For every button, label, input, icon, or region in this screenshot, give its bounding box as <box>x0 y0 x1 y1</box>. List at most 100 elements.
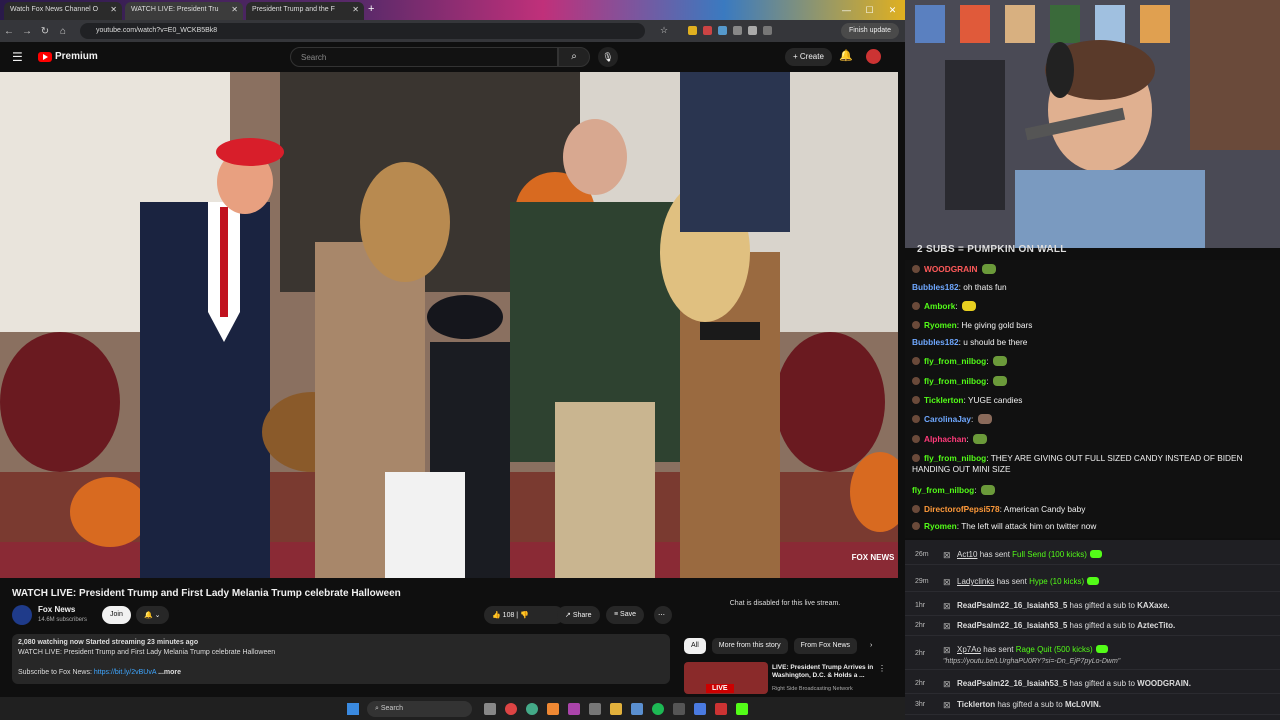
event-action: has sent <box>979 550 1013 559</box>
kick-events-feed: 26m ⊠ Act10 has sent Full Send (100 kicks)… <box>905 540 1280 720</box>
close-icon[interactable]: ✕ <box>231 5 238 14</box>
event-time: 26m <box>915 551 929 558</box>
chat-username[interactable]: Bubbles182 <box>912 282 959 292</box>
taskbar-app-icon[interactable] <box>736 702 748 715</box>
badge-icon <box>912 505 920 513</box>
notifications-bell-icon[interactable]: 🔔 <box>839 49 853 62</box>
save-button[interactable]: ≡ Save <box>606 606 644 624</box>
subscribe-bell-button[interactable]: 🔔 ⌄ <box>136 606 169 624</box>
search-icon[interactable]: ⌕ <box>558 47 590 67</box>
maximize-icon[interactable]: ☐ <box>858 0 881 20</box>
channel-name[interactable]: Fox News <box>38 605 75 614</box>
emote-icon <box>961 301 976 311</box>
finish-update-button[interactable]: Finish update <box>840 23 899 39</box>
chip-more-from-story[interactable]: More from this story <box>711 638 788 654</box>
share-button[interactable]: ↗ Share <box>557 606 600 624</box>
close-icon[interactable]: ✕ <box>352 5 359 14</box>
event-user[interactable]: Ladyclinks <box>957 577 994 586</box>
stream-chat: WOODGRAIN Bubbles182: oh thats fun Ambor… <box>905 260 1280 538</box>
event-row: 26m ⊠ Act10 has sent Full Send (100 kicks) <box>905 545 1280 565</box>
taskbar-app-icon[interactable] <box>631 702 643 715</box>
search-input[interactable]: Search <box>290 47 558 67</box>
youtube-logo[interactable]: Premium <box>38 51 98 62</box>
create-button[interactable]: + Create <box>785 48 832 66</box>
channel-avatar[interactable] <box>12 605 32 625</box>
taskbar-app-icon[interactable] <box>568 702 580 715</box>
microphone-icon[interactable]: 🎙 <box>598 47 618 67</box>
chat-username[interactable]: fly_from_nilbog <box>912 485 974 495</box>
tab-title: President Trump and the F <box>252 6 335 13</box>
taskbar-app-icon[interactable] <box>589 702 601 715</box>
bookmark-star-icon[interactable]: ☆ <box>660 25 668 36</box>
webcam-feed <box>905 0 1280 248</box>
chat-text: American Candy baby <box>1003 504 1086 514</box>
chat-username[interactable]: fly_from_nilbog <box>924 356 986 366</box>
like-button[interactable]: 👍 108 | 👎 <box>484 606 564 624</box>
chat-username[interactable]: Ambork <box>924 301 955 311</box>
event-user[interactable]: ReadPsalm22_16_Isaiah53_5 <box>957 601 1067 610</box>
chat-username[interactable]: fly_from_nilbog <box>924 453 986 463</box>
badge-icon <box>912 357 920 365</box>
subscribe-link[interactable]: https://bit.ly/2vBUvA <box>94 669 156 676</box>
minimize-icon[interactable]: — <box>835 0 858 20</box>
chat-username[interactable]: Ryomen <box>924 521 957 531</box>
chat-username[interactable]: fly_from_nilbog <box>924 376 986 386</box>
taskbar-app-icon[interactable] <box>652 702 664 715</box>
taskbar-search[interactable]: ⌕ Search <box>367 700 472 717</box>
taskbar-app-icon[interactable] <box>694 702 706 715</box>
avatar[interactable] <box>866 49 881 64</box>
chat-username[interactable]: Bubbles182 <box>912 337 959 347</box>
taskbar-app-icon[interactable] <box>484 702 496 715</box>
description-box[interactable]: 2,080 watching now Started streaming 23 … <box>12 634 670 684</box>
event-user[interactable]: Ticklerton <box>957 700 995 709</box>
event-user[interactable]: Act10 <box>957 550 977 559</box>
chat-username[interactable]: Ticklerton <box>924 395 964 405</box>
video-frame: FOX NEWS <box>0 72 898 578</box>
more-actions-icon[interactable]: ⋯ <box>654 606 672 624</box>
close-icon[interactable]: ✕ <box>110 5 117 14</box>
chat-username[interactable]: DirectorofPepsi578 <box>924 504 1000 514</box>
event-user[interactable]: ReadPsalm22_16_Isaiah53_5 <box>957 679 1067 688</box>
event-item: McL0VIN. <box>1064 700 1101 709</box>
taskbar-app-icon[interactable] <box>547 702 559 715</box>
taskbar-app-icon[interactable] <box>673 702 685 715</box>
new-tab-icon[interactable]: + <box>368 3 374 15</box>
chat-username[interactable]: Ryomen <box>924 320 957 330</box>
browser-tab[interactable]: Watch Fox News Channel O ✕ <box>4 2 122 20</box>
chevron-right-icon[interactable]: › <box>863 638 879 654</box>
chip-from-fox-news[interactable]: From Fox News <box>793 638 858 654</box>
back-icon[interactable]: ← <box>0 26 18 37</box>
forward-icon[interactable]: → <box>18 26 36 37</box>
chat-text: oh thats fun <box>963 282 1007 292</box>
chat-message: fly_from_nilbog: <box>912 356 1272 367</box>
chat-username[interactable]: WOODGRAIN <box>924 264 977 274</box>
event-user[interactable]: ReadPsalm22_16_Isaiah53_5 <box>957 621 1067 630</box>
taskbar-app-icon[interactable] <box>526 702 538 715</box>
video-player[interactable]: FOX NEWS <box>0 72 898 578</box>
browser-tab[interactable]: President Trump and the F ✕ <box>246 2 364 20</box>
emote-icon <box>981 264 996 274</box>
suggested-video[interactable]: LIVE LIVE: President Trump Arrives in Wa… <box>684 662 886 694</box>
reload-icon[interactable]: ↻ <box>36 26 54 37</box>
emote-icon <box>992 356 1007 366</box>
kick-icon: ⊠ <box>943 700 951 710</box>
url-field[interactable]: youtube.com/watch?v=E0_WCKB5Bk8 <box>80 23 645 39</box>
home-icon[interactable]: ⌂ <box>54 26 72 37</box>
chat-username[interactable]: Alphachan <box>924 434 966 444</box>
join-button[interactable]: Join <box>102 606 131 624</box>
live-badge: LIVE <box>706 684 734 693</box>
taskbar-app-icon[interactable] <box>610 702 622 715</box>
chip-all[interactable]: All <box>684 638 706 654</box>
taskbar-app-icon[interactable] <box>715 702 727 715</box>
event-note[interactable]: "https://youtu.be/LUrghaPU0RY?si=-Dn_EjP… <box>943 658 1120 665</box>
browser-tab[interactable]: WATCH LIVE: President Tru ✕ <box>125 2 243 20</box>
close-window-icon[interactable]: ✕ <box>881 0 904 20</box>
suggestion-menu-icon[interactable]: ⋮ <box>878 664 886 673</box>
chat-username[interactable]: CarolinaJay <box>924 414 971 424</box>
menu-icon[interactable]: ☰ <box>12 50 23 64</box>
kick-icon: ⊠ <box>943 679 951 689</box>
event-user[interactable]: Xp7Ao <box>957 645 981 654</box>
taskbar-app-icon[interactable] <box>505 702 517 715</box>
more-link[interactable]: ...more <box>158 669 181 676</box>
windows-start-icon[interactable] <box>347 702 359 715</box>
